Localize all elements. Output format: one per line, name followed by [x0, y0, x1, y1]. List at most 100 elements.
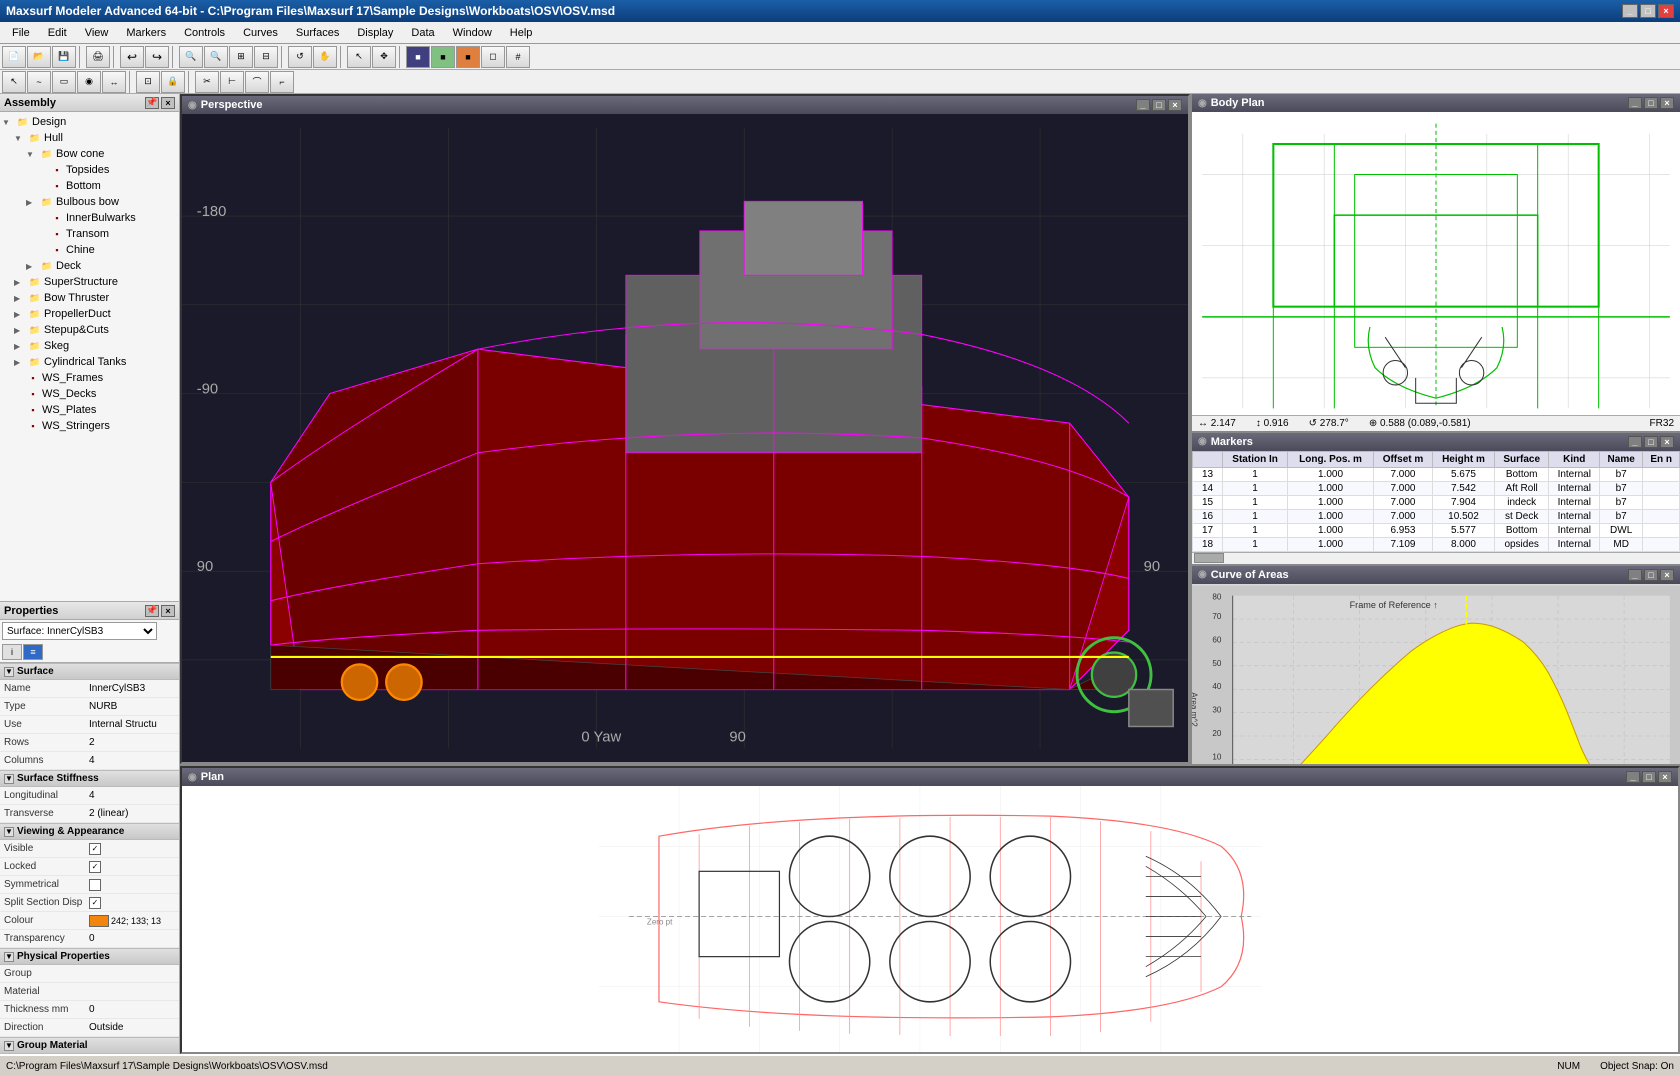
- markers-minimize-button[interactable]: _: [1628, 436, 1642, 448]
- snap-tool[interactable]: ⊡: [136, 71, 160, 93]
- tree-item-bow-thruster[interactable]: ▶ 📁 Bow Thruster: [14, 290, 177, 306]
- tree-item-design[interactable]: ▼ 📁 Design: [2, 114, 177, 130]
- tree-item-bulbous-bow[interactable]: ▶ 📁 Bulbous bow: [26, 194, 177, 210]
- surface-expand-icon[interactable]: ▼: [4, 667, 14, 677]
- zoom-out-button[interactable]: 🔍: [204, 46, 228, 68]
- menu-surfaces[interactable]: Surfaces: [288, 25, 347, 41]
- perspective-viewport[interactable]: ◉ Perspective _ □ ×: [180, 94, 1190, 764]
- locked-checkbox[interactable]: ✓: [89, 861, 101, 873]
- body-plan-canvas[interactable]: Zero pt FR32: [1192, 112, 1680, 415]
- tree-item-superstructure[interactable]: ▶ 📁 SuperStructure: [14, 274, 177, 290]
- tree-item-cylindrical-tanks[interactable]: ▶ 📁 Cylindrical Tanks: [14, 354, 177, 370]
- zoom-in-button[interactable]: 🔍: [179, 46, 203, 68]
- extend-tool[interactable]: ⊢: [220, 71, 244, 93]
- body-plan-minimize-button[interactable]: _: [1628, 97, 1642, 109]
- new-button[interactable]: 📄: [2, 46, 26, 68]
- menu-data[interactable]: Data: [403, 25, 442, 41]
- curve-areas-canvas[interactable]: Frame of Reference ↑ Area m^2 0 10 20 30…: [1192, 584, 1680, 764]
- grid-button[interactable]: #: [506, 46, 530, 68]
- shading-button[interactable]: ■: [406, 46, 430, 68]
- group-material-section-header[interactable]: ▼ Group Material: [0, 1037, 179, 1054]
- physical-expand-icon[interactable]: ▼: [4, 952, 14, 962]
- tree-item-innerbulwarks[interactable]: ▪ InnerBulwarks: [38, 210, 177, 226]
- table-row[interactable]: 14 1 1.000 7.000 7.542 Aft Roll Internal…: [1193, 481, 1680, 495]
- move-button[interactable]: ✥: [372, 46, 396, 68]
- colour-swatch[interactable]: [89, 915, 109, 927]
- plan-canvas[interactable]: Zero pt: [182, 786, 1678, 1052]
- appearance-expand-icon[interactable]: ▼: [4, 827, 14, 837]
- plan-close-button[interactable]: ×: [1658, 771, 1672, 783]
- tree-item-deck[interactable]: ▶ 📁 Deck: [26, 258, 177, 274]
- tree-item-hull[interactable]: ▼ 📁 Hull: [14, 130, 177, 146]
- zoom-all-button[interactable]: ⊞: [229, 46, 253, 68]
- tree-item-propeller-duct[interactable]: ▶ 📁 PropellerDuct: [14, 306, 177, 322]
- visible-checkbox[interactable]: ✓: [89, 843, 101, 855]
- redo-button[interactable]: ↪: [145, 46, 169, 68]
- markers-scrollbar-thumb[interactable]: [1194, 553, 1224, 563]
- tree-item-ws-frames[interactable]: ▪ WS_Frames: [14, 370, 177, 386]
- body-plan-close-button[interactable]: ×: [1660, 97, 1674, 109]
- marker-tool[interactable]: ◉: [77, 71, 101, 93]
- rotate-button[interactable]: ↺: [288, 46, 312, 68]
- points-button[interactable]: ■: [456, 46, 480, 68]
- tree-item-chine[interactable]: ▪ Chine: [38, 242, 177, 258]
- minimize-button[interactable]: _: [1622, 4, 1638, 18]
- zoom-fit-button[interactable]: ⊟: [254, 46, 278, 68]
- menu-display[interactable]: Display: [349, 25, 401, 41]
- physical-section-header[interactable]: ▼ Physical Properties: [0, 948, 179, 965]
- chamfer-tool[interactable]: ⌐: [270, 71, 294, 93]
- properties-close-button[interactable]: ×: [161, 605, 175, 617]
- stiffness-expand-icon[interactable]: ▼: [4, 774, 14, 784]
- properties-pin-button[interactable]: 📌: [145, 605, 159, 617]
- menu-help[interactable]: Help: [502, 25, 541, 41]
- perspective-close-button[interactable]: ×: [1168, 99, 1182, 111]
- assembly-tree[interactable]: ▼ 📁 Design ▼ 📁 Hull ▼ 📁 Bow cone ▪ Topsi…: [0, 112, 179, 601]
- perspective-maximize-button[interactable]: □: [1152, 99, 1166, 111]
- hidden-button[interactable]: ◻: [481, 46, 505, 68]
- body-plan-maximize-button[interactable]: □: [1644, 97, 1658, 109]
- table-row[interactable]: 15 1 1.000 7.000 7.904 indeck Internal b…: [1193, 495, 1680, 509]
- pan-button[interactable]: ✋: [313, 46, 337, 68]
- perspective-minimize-button[interactable]: _: [1136, 99, 1150, 111]
- assembly-close-button[interactable]: ×: [161, 97, 175, 109]
- plan-maximize-button[interactable]: □: [1642, 771, 1656, 783]
- trim-tool[interactable]: ✂: [195, 71, 219, 93]
- table-row[interactable]: 17 1 1.000 6.953 5.577 Bottom Internal D…: [1193, 523, 1680, 537]
- close-button[interactable]: ×: [1658, 4, 1674, 18]
- undo-button[interactable]: ↩: [120, 46, 144, 68]
- tree-item-skeg[interactable]: ▶ 📁 Skeg: [14, 338, 177, 354]
- menu-markers[interactable]: Markers: [118, 25, 174, 41]
- arrow-tool[interactable]: ↖: [2, 71, 26, 93]
- prop-tab-1[interactable]: i: [2, 644, 22, 660]
- surface-dropdown[interactable]: Surface: InnerCylSB3: [2, 622, 157, 640]
- stiffness-section-header[interactable]: ▼ Surface Stiffness: [0, 770, 179, 787]
- table-row[interactable]: 13 1 1.000 7.000 5.675 Bottom Internal b…: [1193, 467, 1680, 481]
- group-material-expand-icon[interactable]: ▼: [4, 1041, 14, 1051]
- curve-areas-minimize-button[interactable]: _: [1628, 569, 1642, 581]
- tree-item-ws-plates[interactable]: ▪ WS_Plates: [14, 402, 177, 418]
- lock-tool[interactable]: 🔒: [161, 71, 185, 93]
- curve-tool[interactable]: ~: [27, 71, 51, 93]
- tree-item-ws-stringers[interactable]: ▪ WS_Stringers: [14, 418, 177, 434]
- menu-window[interactable]: Window: [445, 25, 500, 41]
- markers-scrollbar[interactable]: [1192, 552, 1680, 564]
- wireframe-button[interactable]: ■: [431, 46, 455, 68]
- maximize-button[interactable]: □: [1640, 4, 1656, 18]
- curve-areas-close-button[interactable]: ×: [1660, 569, 1674, 581]
- dimension-tool[interactable]: ↔: [102, 71, 126, 93]
- markers-close-button[interactable]: ×: [1660, 436, 1674, 448]
- appearance-section-header[interactable]: ▼ Viewing & Appearance: [0, 823, 179, 840]
- plan-viewport[interactable]: ◉ Plan _ □ ×: [180, 766, 1680, 1054]
- assembly-pin-button[interactable]: 📌: [145, 97, 159, 109]
- table-row[interactable]: 16 1 1.000 7.000 10.502 st Deck Internal…: [1193, 509, 1680, 523]
- save-button[interactable]: 💾: [52, 46, 76, 68]
- print-button[interactable]: 🖨: [86, 46, 110, 68]
- tree-item-topsides[interactable]: ▪ Topsides: [38, 162, 177, 178]
- tree-item-transom[interactable]: ▪ Transom: [38, 226, 177, 242]
- surface-section-header[interactable]: ▼ Surface: [0, 663, 179, 680]
- split-section-checkbox[interactable]: ✓: [89, 897, 101, 909]
- menu-edit[interactable]: Edit: [40, 25, 75, 41]
- tree-item-bottom[interactable]: ▪ Bottom: [38, 178, 177, 194]
- open-button[interactable]: 📂: [27, 46, 51, 68]
- menu-view[interactable]: View: [77, 25, 117, 41]
